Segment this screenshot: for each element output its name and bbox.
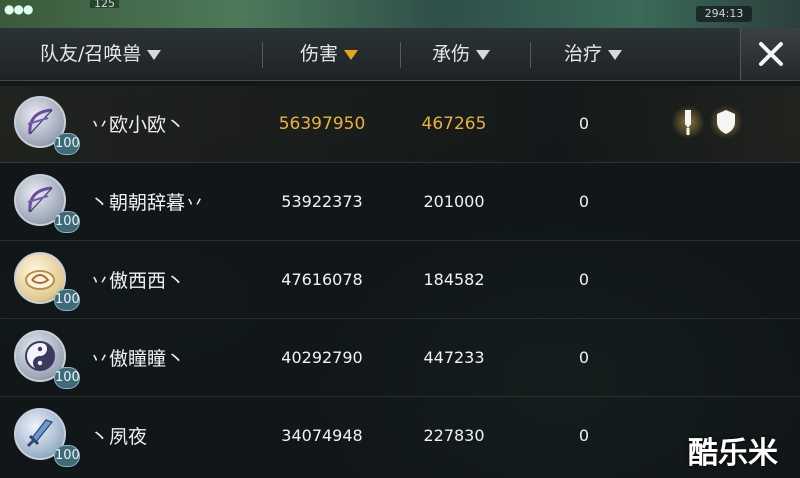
level-badge: 100 — [54, 133, 80, 155]
game-top-bar: ●●● 125 294:13 — [0, 0, 800, 28]
sword-badge-icon — [685, 110, 691, 135]
player-row[interactable]: 100 丷傲西西丶 47616078 184582 0 — [0, 242, 800, 319]
column-divider — [400, 42, 401, 68]
menu-dots-icon[interactable]: ●●● — [4, 2, 33, 16]
damage-value: 53922373 — [281, 192, 363, 211]
level-badge: 100 — [54, 211, 80, 233]
player-name: 丶朝朝辞暮丷 — [90, 192, 205, 214]
col-name-label: 队友/召唤兽 — [40, 43, 142, 65]
heal-value: 0 — [578, 270, 590, 289]
bow-icon — [27, 186, 53, 213]
player-row[interactable]: 100 丶朝朝辞暮丷 53922373 201000 0 — [0, 164, 800, 241]
top-damage-badge — [672, 100, 704, 146]
col-damage-label: 伤害 — [300, 43, 339, 65]
column-divider — [262, 42, 263, 68]
sort-down-icon — [476, 49, 491, 60]
col-heal-label: 治疗 — [564, 43, 603, 65]
damage-value: 40292790 — [281, 348, 363, 367]
level-badge: 100 — [54, 367, 80, 389]
watermark-text: 酷乐米 — [688, 436, 778, 471]
sword-icon — [26, 419, 54, 448]
level-badge: 100 — [54, 289, 80, 311]
sort-down-icon — [147, 49, 162, 60]
cloud-icon — [25, 270, 55, 290]
shield-badge-icon — [717, 110, 735, 134]
battle-timer: 294:13 — [696, 6, 752, 22]
sort-heal-button[interactable]: 治疗 — [564, 40, 623, 68]
tank-value: 184582 — [423, 270, 485, 289]
sort-active-icon — [344, 49, 359, 60]
column-divider — [530, 42, 531, 68]
player-row[interactable]: 100 丷傲瞳瞳丶 40292790 447233 0 — [0, 320, 800, 397]
top-tank-badge — [710, 100, 742, 146]
damage-value: 56397950 — [278, 114, 366, 134]
sort-damage-button[interactable]: 伤害 — [300, 40, 359, 68]
damage-value: 34074948 — [281, 426, 363, 445]
heal-value: 0 — [578, 348, 590, 367]
level-indicator: 125 — [90, 0, 119, 9]
close-button[interactable] — [740, 28, 800, 80]
tank-value: 201000 — [423, 192, 485, 211]
heal-value: 0 — [578, 426, 590, 445]
yin-yang-icon — [25, 341, 55, 371]
bow-icon — [27, 108, 53, 135]
player-name: 丷傲瞳瞳丶 — [90, 348, 186, 370]
sort-tank-button[interactable]: 承伤 — [432, 40, 491, 68]
heal-value: 0 — [578, 114, 590, 133]
stats-panel: 队友/召唤兽 伤害 承伤 治疗 100 丷欧小欧丶 56397950 46726… — [0, 28, 800, 478]
tank-value: 227830 — [423, 426, 485, 445]
close-icon — [759, 42, 783, 66]
damage-value: 47616078 — [281, 270, 363, 289]
heal-value: 0 — [578, 192, 590, 211]
tank-value: 447233 — [423, 348, 485, 367]
battle-stats-screen: ●●● 125 294:13 队友/召唤兽 伤害 承伤 治疗 100 丷欧小欧丶… — [0, 0, 800, 478]
player-row[interactable]: 100 丷欧小欧丶 56397950 467265 0 — [0, 86, 800, 163]
level-badge: 100 — [54, 445, 80, 467]
player-name: 丶夙夜 — [90, 426, 148, 448]
sort-down-icon — [608, 49, 623, 60]
player-name: 丷欧小欧丶 — [90, 114, 186, 136]
sort-name-button[interactable]: 队友/召唤兽 — [40, 40, 162, 68]
tank-value: 467265 — [421, 114, 487, 134]
col-tank-label: 承伤 — [432, 43, 471, 65]
stats-header: 队友/召唤兽 伤害 承伤 治疗 — [0, 28, 800, 81]
player-row[interactable]: 100 丶夙夜 34074948 227830 0 — [0, 398, 800, 474]
player-name: 丷傲西西丶 — [90, 270, 186, 292]
